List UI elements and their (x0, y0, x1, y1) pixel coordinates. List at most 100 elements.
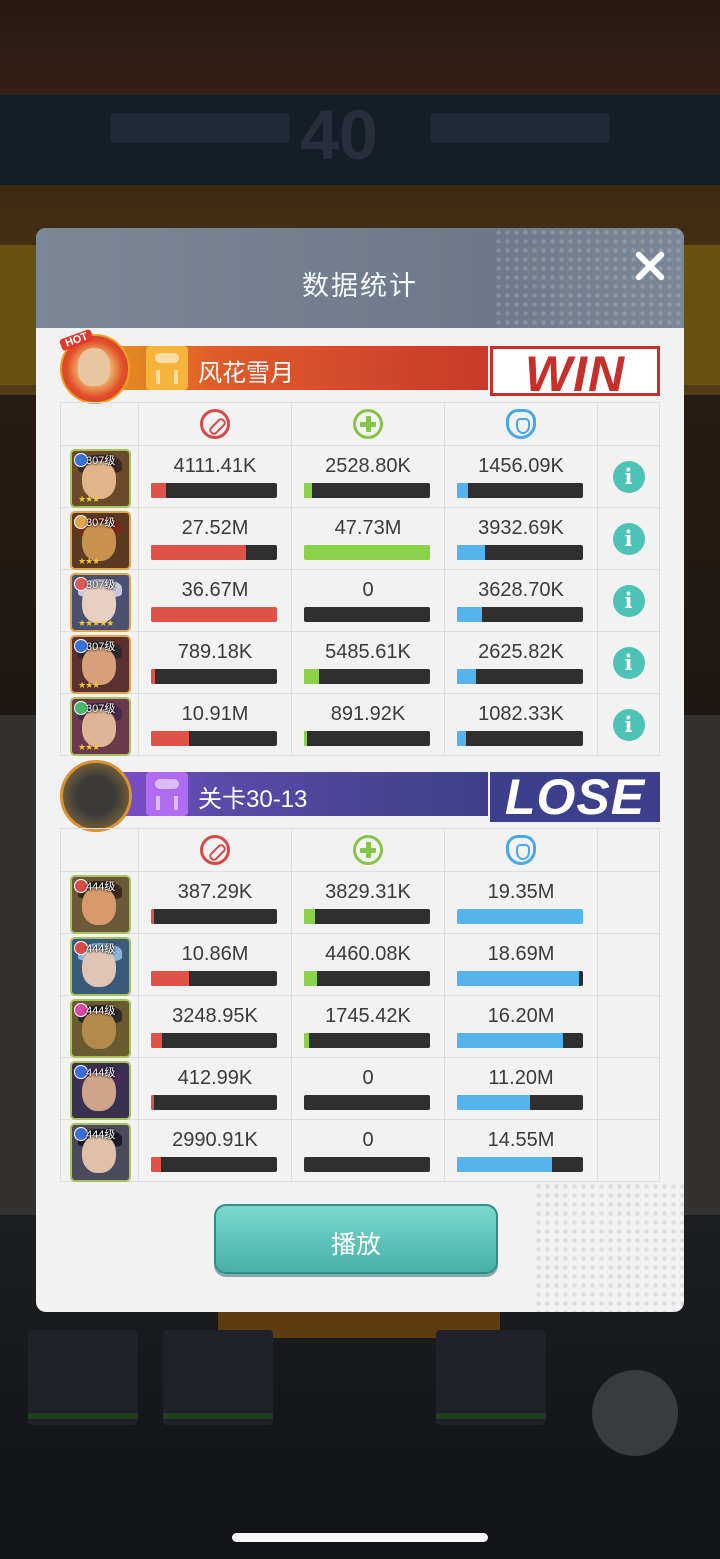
heal-bar (304, 909, 430, 924)
hero-portrait[interactable]: 444级 (70, 937, 131, 996)
hero-stat-row: 444级 387.29K 3829.31K 19.35M (60, 871, 660, 934)
hero-stat-row: 444级 10.86M 4460.08K 18.69M (60, 933, 660, 996)
defense-value: 3628.70K (478, 579, 564, 601)
damage-value: 789.18K (177, 641, 253, 663)
damage-value: 387.29K (177, 881, 253, 903)
hero-stars: ★★★★★ (78, 618, 114, 628)
hero-stat-row: 307级 ★★★ 10.91M 891.92K 1082.33K i (60, 693, 660, 756)
loser-team-header: 关卡30-13 LOSE (36, 760, 684, 832)
hero-stars: ★★★ (78, 680, 100, 690)
team-emblem-icon (146, 772, 188, 816)
heal-bar (304, 545, 430, 560)
hero-portrait[interactable]: 307级 ★★★ (70, 449, 131, 508)
loser-avatar[interactable] (60, 760, 132, 832)
hero-portrait[interactable]: 307级 ★★★ (70, 511, 131, 570)
heal-value: 0 (362, 579, 374, 601)
defense-value: 16.20M (487, 1005, 555, 1027)
play-button[interactable]: 播放 (214, 1204, 498, 1274)
hero-stat-row: 307级 ★★★ 4111.41K 2528.80K 1456.09K i (60, 445, 660, 508)
hero-level: 444级 (86, 943, 116, 955)
damage-value: 2990.91K (172, 1129, 258, 1151)
win-result-banner: WIN (490, 346, 660, 396)
panel-title: 数据统计 (302, 271, 418, 301)
heal-bar (304, 1033, 430, 1048)
hero-level: 307级 (86, 641, 116, 653)
defense-bar (457, 545, 583, 560)
hero-level: 444级 (86, 1129, 116, 1141)
heal-value: 0 (362, 1129, 374, 1151)
loser-stats-table: 444级 387.29K 3829.31K 19.35M 444级 10.86M 4460.… (60, 828, 660, 1182)
heal-value: 4460.08K (325, 943, 411, 965)
heal-bar (304, 1095, 430, 1110)
hero-portrait[interactable]: 444级 (70, 1061, 131, 1120)
hero-stat-row: 307级 ★★★ 27.52M 47.73M 3932.69K i (60, 507, 660, 570)
heal-value: 47.73M (334, 517, 402, 539)
team-emblem-icon (146, 346, 188, 390)
hero-stars: ★★★ (78, 742, 100, 752)
hero-stat-row: 307级 ★★★ 789.18K 5485.61K 2625.82K i (60, 631, 660, 694)
damage-value: 10.91M (181, 703, 249, 725)
damage-value: 10.86M (181, 943, 249, 965)
heal-bar (304, 483, 430, 498)
heal-bar (304, 731, 430, 746)
damage-bar (151, 545, 277, 560)
damage-value: 27.52M (181, 517, 249, 539)
damage-bar (151, 909, 277, 924)
hero-level: 307级 (86, 579, 116, 591)
heal-bar (304, 669, 430, 684)
close-icon[interactable] (628, 244, 672, 288)
panel-header: 数据统计 (36, 228, 684, 328)
damage-value: 36.67M (181, 579, 249, 601)
info-icon[interactable]: i (612, 646, 645, 679)
info-icon[interactable]: i (612, 584, 645, 617)
info-icon[interactable]: i (612, 708, 645, 741)
hero-portrait[interactable]: 444级 (70, 1123, 131, 1182)
heal-icon (353, 835, 383, 865)
hero-level: 307级 (86, 703, 116, 715)
heal-icon (353, 409, 383, 439)
home-indicator[interactable] (232, 1533, 488, 1542)
defense-value: 18.69M (487, 943, 555, 965)
hero-stat-row: 307级 ★★★★★ 36.67M 0 3628.70K i (60, 569, 660, 632)
damage-bar (151, 607, 277, 622)
heal-value: 891.92K (330, 703, 406, 725)
damage-bar (151, 1033, 277, 1048)
damage-value: 412.99K (177, 1067, 253, 1089)
hero-portrait[interactable]: 307级 ★★★★★ (70, 573, 131, 632)
defense-bar (457, 483, 583, 498)
damage-value: 4111.41K (173, 455, 257, 477)
defense-value: 11.20M (488, 1067, 554, 1089)
defense-icon (506, 409, 536, 439)
heal-value: 2528.80K (325, 455, 411, 477)
heal-bar (304, 971, 430, 986)
defense-bar (457, 1033, 583, 1048)
hero-portrait[interactable]: 444级 (70, 875, 131, 934)
hero-level: 444级 (86, 881, 116, 893)
defense-value: 2625.82K (478, 641, 564, 663)
damage-bar (151, 731, 277, 746)
hero-stars: ★★★ (78, 556, 100, 566)
heal-value: 3829.31K (325, 881, 411, 903)
hero-level: 307级 (86, 455, 116, 467)
damage-icon (200, 409, 230, 439)
info-icon[interactable]: i (612, 522, 645, 555)
hero-portrait[interactable]: 444级 (70, 999, 131, 1058)
defense-icon (506, 835, 536, 865)
hero-level: 444级 (86, 1067, 116, 1079)
damage-bar (151, 1095, 277, 1110)
heal-value: 5485.61K (325, 641, 411, 663)
defense-bar (457, 909, 583, 924)
heal-bar (304, 1157, 430, 1172)
damage-value: 3248.95K (172, 1005, 258, 1027)
hero-portrait[interactable]: 307级 ★★★ (70, 635, 131, 694)
info-icon[interactable]: i (612, 460, 645, 493)
defense-value: 1082.33K (478, 703, 564, 725)
defense-value: 3932.69K (478, 517, 564, 539)
defense-value: 14.55M (487, 1129, 555, 1151)
heal-value: 1745.42K (325, 1005, 411, 1027)
defense-bar (457, 607, 583, 622)
hero-stars: ★★★ (78, 494, 100, 504)
winner-stats-table: 307级 ★★★ 4111.41K 2528.80K 1456.09K i 307级 ★★★ 2… (60, 402, 660, 756)
hero-portrait[interactable]: 307级 ★★★ (70, 697, 131, 756)
hero-stat-row: 444级 3248.95K 1745.42K 16.20M (60, 995, 660, 1058)
